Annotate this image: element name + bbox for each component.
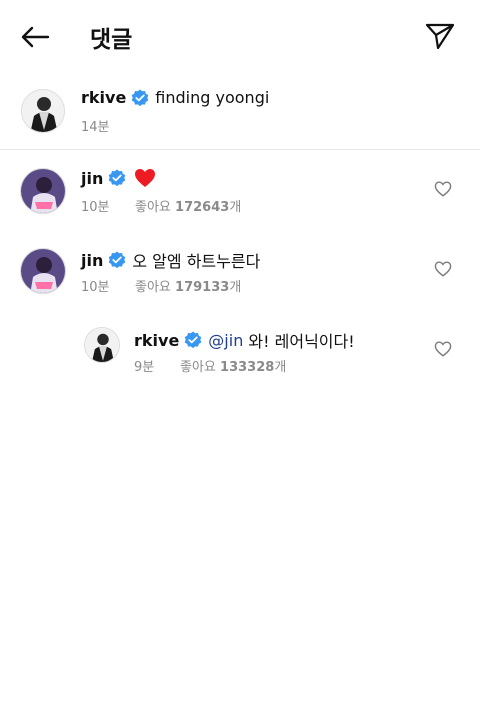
likes-label: 좋아요 bbox=[135, 280, 171, 295]
comment-likes[interactable]: 좋아요 172643개 bbox=[135, 196, 241, 215]
avatar-image bbox=[21, 169, 65, 213]
comment-row: jin 오 알엠 하트누른다 10분 좋아요 179133개 bbox=[0, 246, 480, 302]
likes-count: 133328 bbox=[220, 360, 275, 375]
likes-suffix: 개 bbox=[229, 200, 242, 215]
avatar[interactable] bbox=[21, 89, 65, 133]
likes-label: 좋아요 bbox=[135, 200, 171, 215]
header-bar: 댓글 bbox=[0, 0, 480, 72]
comment-username[interactable]: jin bbox=[81, 251, 103, 270]
verified-badge-icon bbox=[108, 251, 126, 269]
like-button[interactable] bbox=[433, 340, 453, 358]
reply-time: 9분 bbox=[134, 360, 155, 375]
avatar-image bbox=[85, 328, 119, 362]
caption-username[interactable]: rkive bbox=[81, 88, 126, 107]
likes-suffix: 개 bbox=[274, 360, 287, 375]
likes-label: 좋아요 bbox=[180, 360, 216, 375]
comment-text: 오 알엠 하트누른다 bbox=[132, 252, 261, 271]
paper-plane-icon bbox=[425, 23, 455, 50]
comment-likes[interactable]: 좋아요 179133개 bbox=[135, 276, 241, 295]
back-button[interactable] bbox=[18, 22, 52, 52]
comment-time: 10분 bbox=[81, 200, 110, 215]
comment-username[interactable]: jin bbox=[81, 169, 103, 188]
heart-outline-icon bbox=[434, 341, 452, 357]
reply-text: 와! 레어닉이다! bbox=[243, 332, 355, 351]
avatar-image bbox=[22, 90, 64, 132]
caption-text: finding yoongi bbox=[155, 88, 270, 107]
reply-likes[interactable]: 좋아요 133328개 bbox=[180, 356, 286, 375]
verified-badge-icon bbox=[131, 89, 149, 107]
avatar[interactable] bbox=[84, 327, 120, 363]
send-button[interactable] bbox=[424, 20, 456, 52]
avatar[interactable] bbox=[20, 168, 66, 214]
comment-row: jin 10분 좋아요 172643개 bbox=[0, 166, 480, 222]
likes-suffix: 개 bbox=[229, 280, 242, 295]
likes-count: 172643 bbox=[175, 200, 230, 215]
avatar[interactable] bbox=[20, 248, 66, 294]
mention-link[interactable]: @jin bbox=[208, 331, 243, 350]
likes-count: 179133 bbox=[175, 280, 230, 295]
heart-outline-icon bbox=[434, 261, 452, 277]
divider bbox=[0, 149, 480, 150]
avatar-image bbox=[21, 249, 65, 293]
verified-badge-icon bbox=[184, 331, 202, 349]
like-button[interactable] bbox=[433, 180, 453, 198]
caption-time: 14분 bbox=[81, 120, 110, 135]
red-heart-emoji-icon bbox=[134, 168, 156, 188]
post-caption: rkive finding yoongi 14분 bbox=[0, 86, 480, 150]
comment-time: 10분 bbox=[81, 280, 110, 295]
reply-row: rkive @jin 와! 레어닉이다! 9분 좋아요 133328개 bbox=[0, 326, 480, 382]
reply-username[interactable]: rkive bbox=[134, 331, 179, 350]
heart-outline-icon bbox=[434, 181, 452, 197]
like-button[interactable] bbox=[433, 260, 453, 278]
page-title: 댓글 bbox=[90, 27, 133, 53]
verified-badge-icon bbox=[108, 169, 126, 187]
arrow-left-icon bbox=[21, 26, 50, 48]
